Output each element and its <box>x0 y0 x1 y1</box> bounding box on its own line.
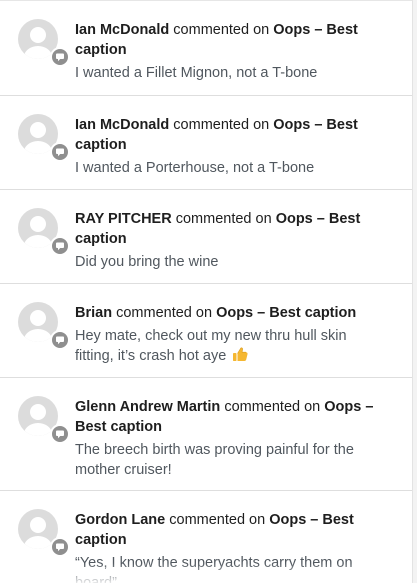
notification-item[interactable]: RAY PITCHER commented on Oops – Best cap… <box>0 190 412 284</box>
notification-headline: RAY PITCHER commented on Oops – Best cap… <box>75 209 375 249</box>
comment-badge-icon <box>50 537 70 557</box>
notification-headline: Ian McDonald commented on Oops – Best ca… <box>75 115 375 155</box>
comment-excerpt: “Yes, I know the superyachts carry them … <box>75 555 353 583</box>
avatar[interactable] <box>18 114 70 162</box>
comment-author[interactable]: Ian McDonald <box>75 117 169 133</box>
avatar[interactable] <box>18 509 70 557</box>
comment-author[interactable]: Ian McDonald <box>75 22 169 38</box>
action-text: commented on <box>173 22 270 38</box>
action-text: commented on <box>175 211 272 227</box>
comment-excerpt: Did you bring the wine <box>75 254 219 270</box>
notification-item[interactable]: Ian McDonald commented on Oops – Best ca… <box>0 96 412 190</box>
action-text: commented on <box>116 305 213 321</box>
post-title-link[interactable]: Oops – Best caption <box>216 305 356 321</box>
notification-content: Ian McDonald commented on Oops – Best ca… <box>75 115 375 178</box>
comment-badge-icon <box>50 424 70 444</box>
comment-excerpt-text: Hey mate, check out my new thru hull ski… <box>75 328 347 364</box>
action-text: commented on <box>169 512 266 528</box>
notification-content: Ian McDonald commented on Oops – Best ca… <box>75 20 375 83</box>
comment-author[interactable]: Glenn Andrew Martin <box>75 399 220 415</box>
notification-content: Brian commented on Oops – Best caption H… <box>75 303 375 366</box>
avatar[interactable] <box>18 396 70 444</box>
notification-item[interactable]: Glenn Andrew Martin commented on Oops – … <box>0 378 412 491</box>
avatar[interactable] <box>18 19 70 67</box>
notification-item[interactable]: Brian commented on Oops – Best caption H… <box>0 284 412 378</box>
action-text: commented on <box>173 117 270 133</box>
notification-headline: Glenn Andrew Martin commented on Oops – … <box>75 397 375 437</box>
comment-badge-icon <box>50 47 70 67</box>
comment-excerpt: The breech birth was proving painful for… <box>75 442 354 478</box>
comment-excerpt: Hey mate, check out my new thru hull ski… <box>75 326 375 366</box>
notification-headline: Ian McDonald commented on Oops – Best ca… <box>75 20 375 60</box>
notification-content: Gordon Lane commented on Oops – Best cap… <box>75 510 375 583</box>
comment-author[interactable]: Brian <box>75 305 112 321</box>
action-text: commented on <box>224 399 321 415</box>
comment-author[interactable]: Gordon Lane <box>75 512 165 528</box>
notifications-panel: Ian McDonald commented on Oops – Best ca… <box>0 0 413 583</box>
comment-badge-icon <box>50 236 70 256</box>
avatar[interactable] <box>18 208 70 256</box>
avatar[interactable] <box>18 302 70 350</box>
notification-content: Glenn Andrew Martin commented on Oops – … <box>75 397 375 480</box>
scrollbar-track[interactable] <box>413 0 417 583</box>
comment-badge-icon <box>50 142 70 162</box>
notification-headline: Brian commented on Oops – Best caption <box>75 303 375 323</box>
notification-headline: Gordon Lane commented on Oops – Best cap… <box>75 510 375 550</box>
comment-excerpt: I wanted a Fillet Mignon, not a T-bone <box>75 65 318 81</box>
notification-content: RAY PITCHER commented on Oops – Best cap… <box>75 209 375 272</box>
notification-item[interactable]: Ian McDonald commented on Oops – Best ca… <box>0 1 412 96</box>
comment-author[interactable]: RAY PITCHER <box>75 211 172 227</box>
notification-item[interactable]: Gordon Lane commented on Oops – Best cap… <box>0 491 412 583</box>
comment-excerpt: I wanted a Porterhouse, not a T-bone <box>75 160 315 176</box>
comment-badge-icon <box>50 330 70 350</box>
thumbs-up-icon <box>232 347 248 362</box>
